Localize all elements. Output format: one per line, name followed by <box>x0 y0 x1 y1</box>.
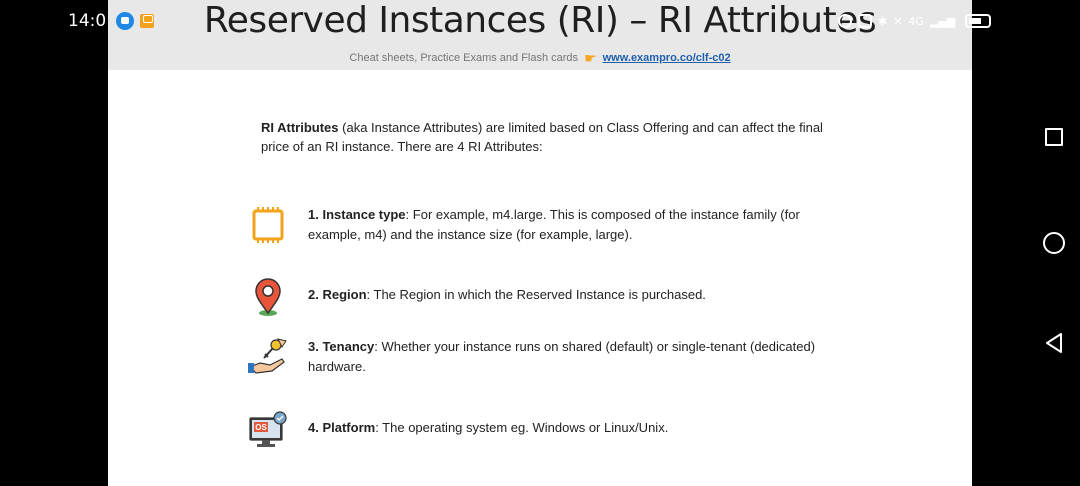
recents-button[interactable] <box>1045 128 1063 146</box>
os-label: OS <box>255 423 267 432</box>
mute-icon: ✕ <box>893 14 903 28</box>
map-pin-icon <box>255 278 281 316</box>
chat-notification-icon <box>116 12 135 30</box>
intro-paragraph: RI Attributes (aka Instance Attributes) … <box>261 118 841 156</box>
attribute-text: 2. Region: The Region in which the Reser… <box>308 285 828 305</box>
slide-subtitle-row: Cheat sheets, Practice Exams and Flash c… <box>108 49 972 67</box>
back-button[interactable] <box>1043 332 1065 354</box>
attribute-description: : The operating system eg. Windows or Li… <box>375 420 669 435</box>
nfc-icon <box>858 14 872 28</box>
attribute-text: 4. Platform: The operating system eg. Wi… <box>308 418 828 438</box>
hand-key-icon <box>248 338 287 374</box>
attribute-text: 1. Instance type: For example, m4.large.… <box>308 205 828 245</box>
intro-text: (aka Instance Attributes) are limited ba… <box>261 120 823 154</box>
bluetooth-icon: ✱ <box>878 14 888 28</box>
signal-label: 4G <box>908 14 924 28</box>
os-monitor-icon: OS <box>249 411 287 447</box>
status-bar-right: ✱ ✕ 4G ▂▄▆ <box>838 9 992 33</box>
pointing-hand-icon: ☛ <box>584 50 597 66</box>
exampro-link[interactable]: www.exampro.co/clf-c02 <box>603 52 731 64</box>
eye-icon <box>838 14 852 28</box>
attribute-name: 2. Region <box>308 287 367 302</box>
attribute-text: 3. Tenancy: Whether your instance runs o… <box>308 337 828 377</box>
intro-bold: RI Attributes <box>261 120 339 135</box>
status-bar-left: 14:0 <box>68 9 155 33</box>
home-button[interactable] <box>1043 232 1065 254</box>
attribute-name: 1. Instance type <box>308 207 406 222</box>
status-clock: 14:0 <box>68 11 107 31</box>
attribute-description: : The Region in which the Reserved Insta… <box>366 287 706 302</box>
attribute-name: 4. Platform <box>308 420 376 435</box>
slide: Reserved Instances (RI) – RI Attributes … <box>108 0 972 486</box>
battery-icon <box>965 14 992 28</box>
signal-icon: ▂▄▆ <box>929 14 956 28</box>
attribute-description: : Whether your instance runs on shared (… <box>308 339 816 374</box>
attribute-name: 3. Tenancy <box>308 339 375 354</box>
slide-subtitle: Cheat sheets, Practice Exams and Flash c… <box>349 52 579 64</box>
chip-icon <box>252 207 284 243</box>
mail-notification-icon <box>140 14 155 28</box>
